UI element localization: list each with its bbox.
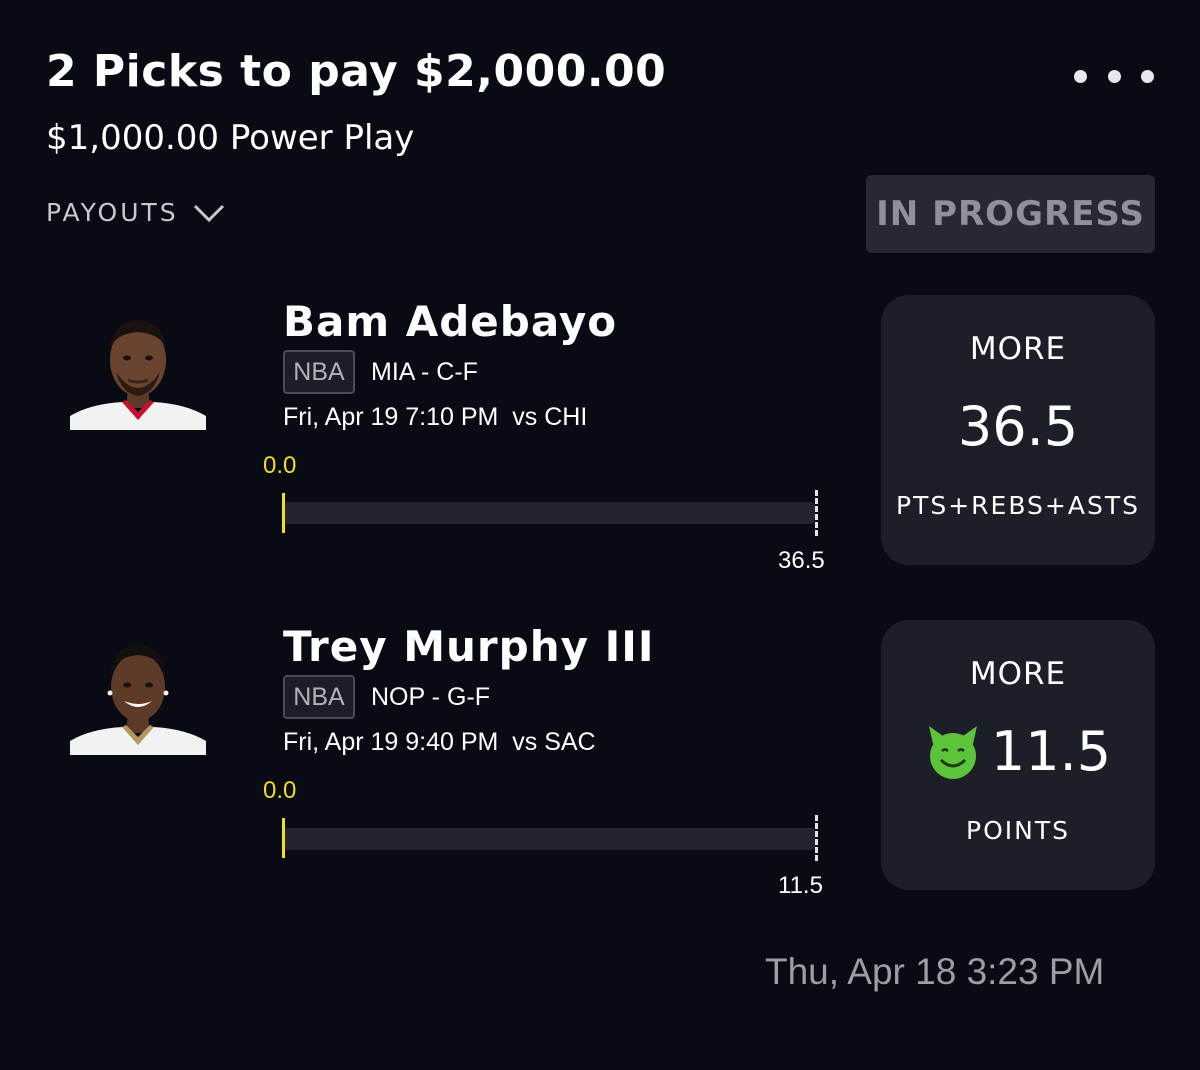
current-stat-value: 0.0 [263,777,297,804]
entry-timestamp: Thu, Apr 18 3:23 PM [765,951,1105,992]
pick-row: Trey Murphy III NBA NOP - G-F Fri, Apr 1… [0,0,1200,899]
target-line-marker [815,490,818,536]
team-position: MIA - C-F [371,358,478,386]
projection-card[interactable]: MORE 11.5 POINTS [881,620,1155,890]
line-value: 11.5 [990,720,1112,783]
team-position: NOP - G-F [371,683,490,711]
pick-direction: MORE [969,656,1067,692]
target-stat-value: 11.5 [778,872,823,899]
game-time: Fri, Apr 19 9:40 PM vs SAC [283,728,596,756]
stat-type: PTS+REBS+ASTS [896,491,1140,520]
game-time: Fri, Apr 19 7:10 PM vs CHI [283,403,588,431]
line-value-row: 11.5 [881,720,1155,784]
line-value: 36.5 [957,395,1079,458]
current-progress-marker [282,493,285,533]
player-name: Trey Murphy III [283,622,655,671]
projection-card[interactable]: MORE 36.5 PTS+REBS+ASTS [881,295,1155,565]
progress-track [283,828,815,850]
target-stat-value: 36.5 [778,547,825,574]
league-badge: NBA [283,350,355,394]
stat-type: POINTS [966,816,1070,845]
progress-track [283,502,815,524]
player-headshot-icon [70,316,206,430]
current-stat-value: 0.0 [263,452,297,479]
current-progress-marker [282,818,285,858]
player-name: Bam Adebayo [283,297,618,346]
player-headshot-icon [70,641,206,755]
pick-direction: MORE [969,331,1067,367]
target-line-marker [815,815,818,861]
line-value-row: 36.5 [881,395,1155,459]
league-badge: NBA [283,675,355,719]
demon-icon [928,726,977,779]
